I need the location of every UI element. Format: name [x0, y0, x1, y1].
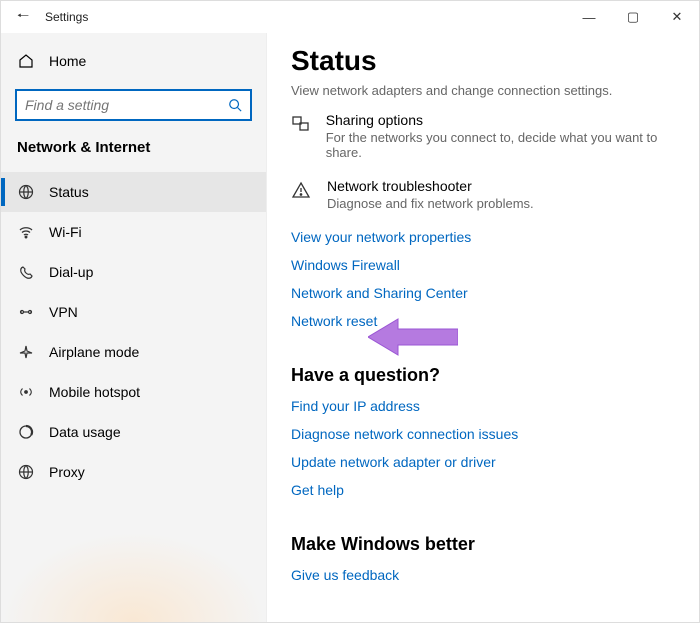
sidebar-item-proxy[interactable]: Proxy [1, 452, 266, 492]
status-icon [17, 184, 35, 200]
link-help[interactable]: Get help [291, 482, 675, 498]
minimize-button[interactable]: — [567, 1, 611, 33]
troubleshoot-desc: Diagnose and fix network problems. [327, 196, 534, 211]
sidebar-item-status[interactable]: Status [1, 172, 266, 212]
link-firewall[interactable]: Windows Firewall [291, 257, 675, 273]
warning-icon [291, 178, 313, 211]
sidebar-item-wifi[interactable]: Wi-Fi [1, 212, 266, 252]
sharing-icon [291, 112, 312, 160]
maximize-button[interactable]: ▢ [611, 1, 655, 33]
search-input[interactable] [25, 97, 228, 113]
content-area: Status View network adapters and change … [267, 33, 699, 622]
link-properties[interactable]: View your network properties [291, 229, 675, 245]
hotspot-icon [17, 384, 35, 400]
cutoff-text: View network adapters and change connect… [291, 83, 675, 98]
proxy-icon [17, 464, 35, 480]
airplane-icon [17, 344, 35, 360]
home-icon [17, 53, 35, 69]
page-title: Status [291, 45, 675, 77]
sharing-options-row[interactable]: Sharing options For the networks you con… [291, 112, 675, 160]
close-button[interactable]: ✕ [655, 1, 699, 33]
back-button[interactable]: 🠐 [11, 5, 35, 29]
sidebar-home[interactable]: Home [1, 41, 266, 81]
sidebar: Home Network & Internet Status [1, 33, 267, 622]
sidebar-item-label: Wi-Fi [49, 224, 82, 240]
sidebar-item-label: Proxy [49, 464, 85, 480]
titlebar: 🠐 Settings — ▢ ✕ [1, 1, 699, 33]
link-sharing-center[interactable]: Network and Sharing Center [291, 285, 675, 301]
troubleshooter-row[interactable]: Network troubleshooter Diagnose and fix … [291, 178, 675, 211]
datausage-icon [17, 424, 35, 440]
sidebar-item-vpn[interactable]: VPN [1, 292, 266, 332]
link-feedback[interactable]: Give us feedback [291, 567, 675, 583]
vpn-icon [17, 304, 35, 320]
sidebar-item-label: Mobile hotspot [49, 384, 140, 400]
window-title: Settings [45, 10, 88, 24]
sidebar-item-datausage[interactable]: Data usage [1, 412, 266, 452]
troubleshoot-label: Network troubleshooter [327, 178, 534, 194]
sharing-desc: For the networks you connect to, decide … [326, 130, 675, 160]
sidebar-decoration [1, 532, 266, 622]
sidebar-home-label: Home [49, 53, 86, 69]
sidebar-item-label: VPN [49, 304, 78, 320]
sidebar-item-hotspot[interactable]: Mobile hotspot [1, 372, 266, 412]
search-input-container[interactable] [15, 89, 252, 121]
sidebar-item-airplane[interactable]: Airplane mode [1, 332, 266, 372]
better-title: Make Windows better [291, 534, 675, 555]
search-icon [228, 98, 242, 112]
link-reset[interactable]: Network reset [291, 313, 675, 329]
sidebar-item-label: Airplane mode [49, 344, 139, 360]
link-diagnose[interactable]: Diagnose network connection issues [291, 426, 675, 442]
link-ip[interactable]: Find your IP address [291, 398, 675, 414]
sidebar-item-label: Dial-up [49, 264, 93, 280]
sharing-label: Sharing options [326, 112, 675, 128]
wifi-icon [17, 224, 35, 240]
link-update-adapter[interactable]: Update network adapter or driver [291, 454, 675, 470]
sidebar-item-label: Status [49, 184, 89, 200]
sidebar-category: Network & Internet [1, 135, 266, 172]
question-title: Have a question? [291, 365, 675, 386]
dialup-icon [17, 264, 35, 280]
sidebar-item-label: Data usage [49, 424, 121, 440]
sidebar-item-dialup[interactable]: Dial-up [1, 252, 266, 292]
